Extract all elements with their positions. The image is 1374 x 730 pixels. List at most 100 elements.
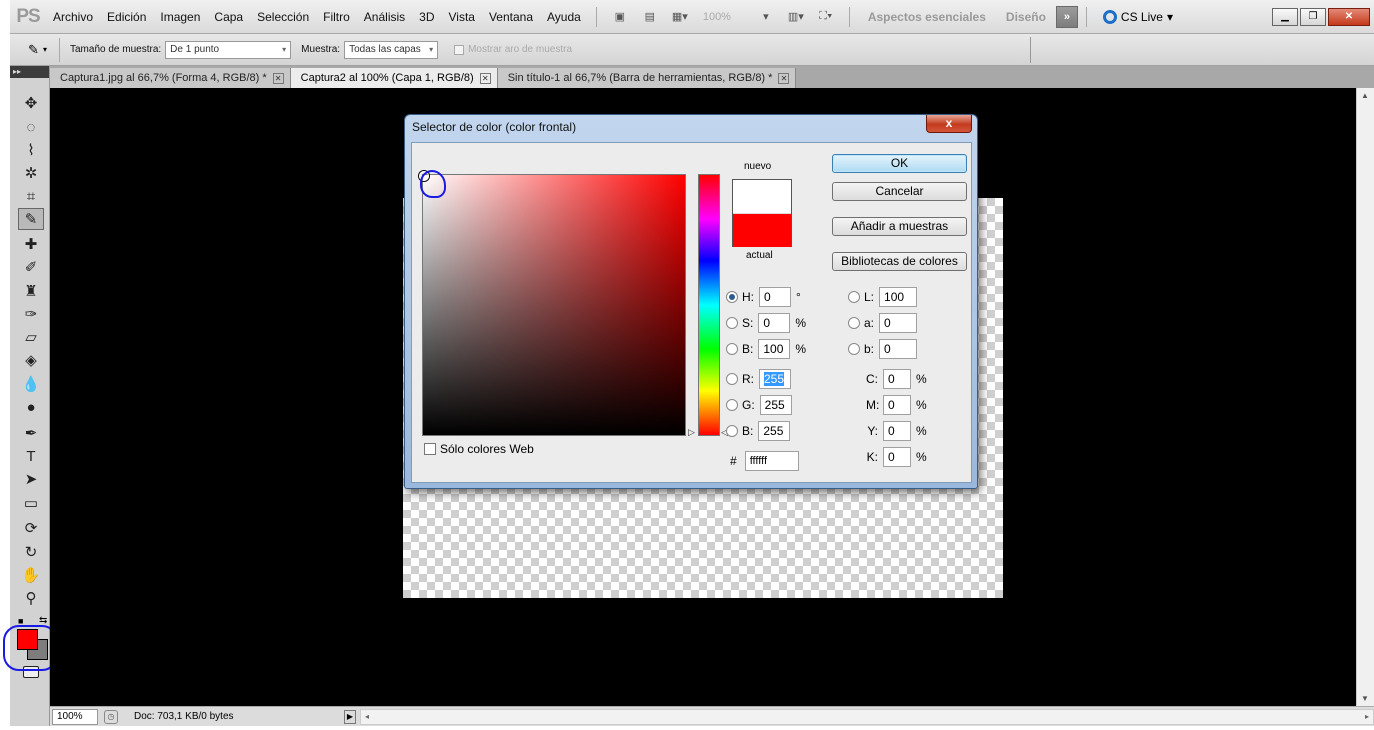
rectangle-tool-icon[interactable]: ▭ [18,492,44,514]
color-field-gradient[interactable] [423,175,685,435]
green-radio[interactable] [726,399,738,411]
sample-select[interactable]: Todas las capas ▾ [344,40,439,59]
mini-bridge-icon[interactable]: ▤ [639,8,661,26]
zoom-tool-icon[interactable]: ⚲ [18,587,44,609]
menu-ventana[interactable]: Ventana [482,0,540,34]
brightness-input[interactable]: 100 [758,339,791,359]
hand-tool-icon[interactable]: ✋ [18,564,44,586]
close-window-button[interactable]: ✕ [1328,7,1370,26]
dialog-close-button[interactable]: x [926,115,972,133]
lab-l-radio[interactable] [848,291,860,303]
panel-collapse-icon[interactable]: ▸▸ [10,66,49,78]
status-menu-arrow-icon[interactable]: ▶ [344,709,356,724]
magenta-input[interactable]: 0 [883,395,911,415]
lab-l-input[interactable]: 100 [879,287,918,307]
restore-button[interactable]: ❐ [1300,7,1326,26]
close-icon[interactable]: ✕ [778,72,790,84]
3d-rotate-tool-icon[interactable]: ⟳ [18,517,44,539]
workspace-essentials[interactable]: Aspectos esenciales [858,10,996,24]
eyedropper-tool-icon[interactable]: ✎ [18,208,44,230]
current-color-swatch[interactable] [733,214,791,247]
menu-vista[interactable]: Vista [442,0,482,34]
menu-analisis[interactable]: Análisis [357,0,412,34]
menu-seleccion[interactable]: Selección [250,0,316,34]
brightness-radio[interactable] [726,343,738,355]
blue-radio[interactable] [726,425,738,437]
green-input[interactable]: 255 [759,395,792,415]
bridge-icon[interactable]: ▣ [609,8,631,26]
type-tool-icon[interactable]: T [18,445,44,467]
clone-stamp-tool-icon[interactable]: ♜ [18,280,44,302]
saturation-radio[interactable] [726,317,738,329]
healing-brush-tool-icon[interactable]: ✚ [18,233,44,255]
menu-imagen[interactable]: Imagen [153,0,207,34]
menu-capa[interactable]: Capa [207,0,250,34]
dodge-tool-icon[interactable]: ● [18,396,44,418]
minimize-button[interactable]: ▁ [1272,7,1298,26]
lab-a-radio[interactable] [848,317,860,329]
tab-captura1[interactable]: Captura1.jpg al 66,7% (Forma 4, RGB/8) *… [50,68,291,88]
lab-a-input[interactable]: 0 [879,313,918,333]
yellow-input[interactable]: 0 [883,421,911,441]
screen-mode-icon[interactable]: ⛶▾ [815,8,837,26]
3d-orbit-tool-icon[interactable]: ↻ [18,541,44,563]
tool-preset-picker[interactable]: ✎ ▾ [16,37,60,62]
sample-size-select[interactable]: De 1 punto ▾ [165,40,292,59]
zoom-dropdown-icon[interactable]: ▾ [755,8,777,26]
scroll-right-icon[interactable]: ▸ [1365,712,1369,721]
hue-slider[interactable] [698,174,720,436]
close-icon[interactable]: ✕ [272,72,284,84]
foreground-color-swatch[interactable] [17,629,38,650]
zoom-level[interactable]: 100% [703,11,751,23]
marquee-tool-icon[interactable]: ◌ [18,116,44,138]
blur-tool-icon[interactable]: 💧 [18,373,44,395]
red-radio[interactable] [726,373,738,385]
lab-b-radio[interactable] [848,343,860,355]
blue-input[interactable]: 255 [758,421,791,441]
lasso-tool-icon[interactable]: ⌇ [18,139,44,161]
arrange-documents-icon[interactable]: ▥▾ [785,8,807,26]
status-info-icon[interactable]: ◷ [104,709,118,724]
menu-3d[interactable]: 3D [412,0,441,34]
status-zoom-field[interactable]: 100% [52,708,98,725]
more-workspaces-button[interactable]: » [1055,5,1078,28]
saturation-input[interactable]: 0 [758,313,791,333]
scroll-up-icon[interactable]: ▲ [1361,91,1369,100]
hue-slider-left-arrow-icon[interactable]: ▷ [688,427,695,438]
brush-tool-icon[interactable]: ✐ [18,256,44,278]
eraser-tool-icon[interactable]: ▱ [18,326,44,348]
cs-live-menu[interactable]: CS Live ▾ [1095,9,1181,24]
path-selection-tool-icon[interactable]: ➤ [18,468,44,490]
cyan-input[interactable]: 0 [883,369,911,389]
hex-input[interactable]: ffffff [744,451,799,471]
quick-selection-tool-icon[interactable]: ✲ [18,162,44,184]
view-extras-icon[interactable]: ▦▾ [669,8,691,26]
vertical-scrollbar[interactable]: ▲ ▼ [1356,88,1374,706]
crop-tool-icon[interactable]: ⌗ [18,185,44,207]
web-colors-only-checkbox[interactable]: Sólo colores Web [424,442,534,456]
move-tool-icon[interactable]: ✥ [18,92,44,114]
hue-input[interactable]: 0 [759,287,791,307]
red-input[interactable]: 255 [759,369,791,389]
history-brush-tool-icon[interactable]: ✑ [18,303,44,325]
show-ring-checkbox[interactable]: Mostrar aro de muestra [454,44,572,55]
horizontal-scrollbar[interactable]: ◂ ▸ [360,708,1374,725]
menu-archivo[interactable]: Archivo [46,0,100,34]
lab-b-input[interactable]: 0 [879,339,918,359]
saturation-brightness-field[interactable] [419,171,686,436]
menu-ayuda[interactable]: Ayuda [540,0,588,34]
close-icon[interactable]: ✕ [479,72,491,84]
tab-captura2[interactable]: Captura2 al 100% (Capa 1, RGB/8) ✕ [290,68,498,88]
color-libraries-button[interactable]: Bibliotecas de colores [832,252,967,271]
cancel-button[interactable]: Cancelar [832,182,967,201]
scroll-down-icon[interactable]: ▼ [1361,694,1369,703]
pen-tool-icon[interactable]: ✒ [18,422,44,444]
workspace-design[interactable]: Diseño [996,10,1056,24]
tab-sin-titulo-1[interactable]: Sin título-1 al 66,7% (Barra de herramie… [497,68,797,88]
menu-filtro[interactable]: Filtro [316,0,357,34]
paint-bucket-tool-icon[interactable]: ◈ [18,349,44,371]
hue-radio[interactable] [726,291,738,303]
add-to-swatches-button[interactable]: Añadir a muestras [832,217,967,236]
scroll-left-icon[interactable]: ◂ [365,712,369,721]
black-input[interactable]: 0 [883,447,911,467]
